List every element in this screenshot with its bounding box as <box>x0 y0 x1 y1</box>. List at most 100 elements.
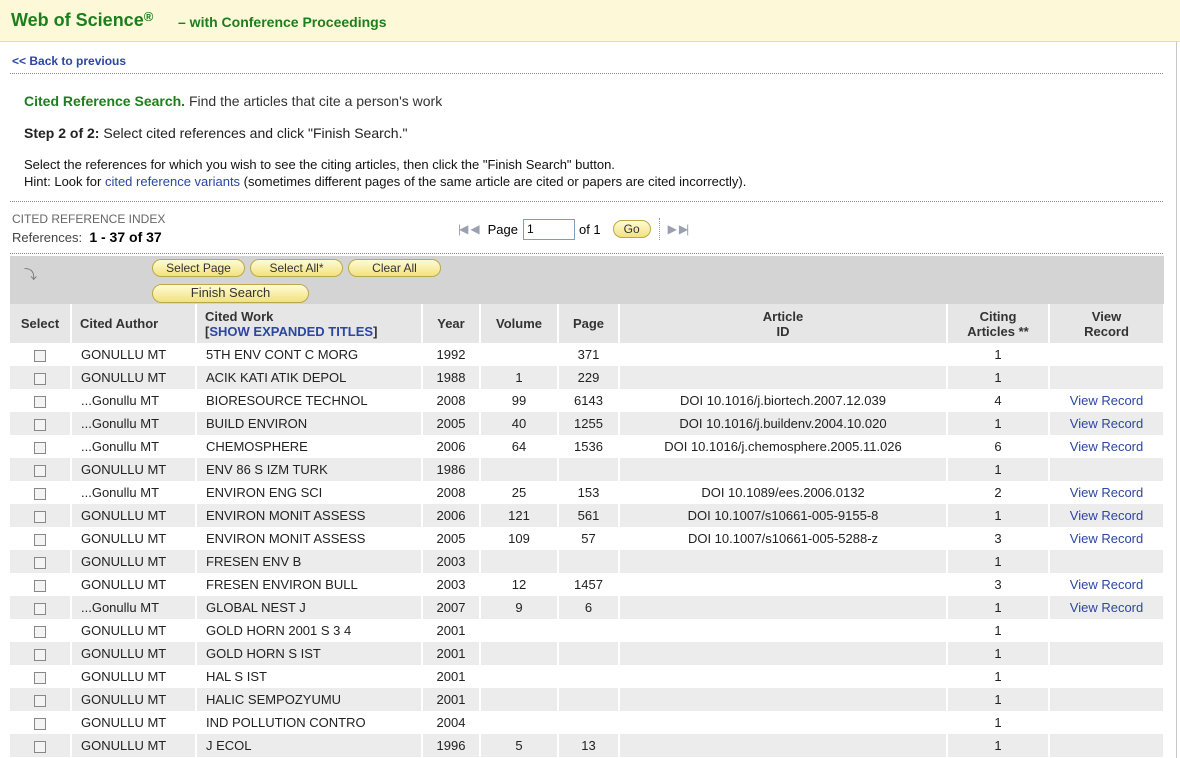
article-id-cell: DOI 10.1089/ees.2006.0132 <box>619 481 948 504</box>
volume-cell <box>480 458 559 481</box>
year-cell: 2006 <box>422 435 481 458</box>
view-record-cell <box>1049 642 1165 665</box>
clear-all-button[interactable]: Clear All <box>348 259 441 277</box>
col-volume: Volume <box>480 304 559 343</box>
volume-cell: 12 <box>480 573 559 596</box>
row-select-checkbox[interactable] <box>34 556 46 569</box>
view-record-link[interactable]: View Record <box>1070 508 1143 523</box>
go-button[interactable]: Go <box>612 220 651 238</box>
row-select-checkbox[interactable] <box>34 372 46 385</box>
citing-articles-cell: 3 <box>947 573 1050 596</box>
cited-work-cell: BIORESOURCE TECHNOL <box>196 389 423 412</box>
cited-author-cell: GONULLU MT <box>71 665 197 688</box>
row-select-checkbox[interactable] <box>34 717 46 730</box>
row-select-checkbox[interactable] <box>34 533 46 546</box>
year-cell: 2001 <box>422 642 481 665</box>
step-description: Select cited references and click "Finis… <box>99 125 408 141</box>
table-row: GONULLU MT ACIK KATI ATIK DEPOL 1988 1 229 1 <box>10 366 1165 389</box>
volume-cell: 40 <box>480 412 559 435</box>
cited-work-cell: GOLD HORN S IST <box>196 642 423 665</box>
row-select-checkbox[interactable] <box>34 441 46 454</box>
col-cited-work: Cited Work [SHOW EXPANDED TITLES] <box>196 304 423 343</box>
pager-separator <box>658 218 660 240</box>
cited-author-cell: GONULLU MT <box>71 366 197 389</box>
volume-cell <box>480 550 559 573</box>
cited-author-cell: ...Gonullu MT <box>71 389 197 412</box>
hint-suffix: (sometimes different pages of the same a… <box>240 174 747 189</box>
row-select-checkbox[interactable] <box>34 510 46 523</box>
search-heading: Cited Reference Search. Find the article… <box>24 93 442 109</box>
year-cell: 2001 <box>422 688 481 711</box>
select-page-button[interactable]: Select Page <box>152 259 245 277</box>
view-record-cell: View Record <box>1049 481 1165 504</box>
select-all-button[interactable]: Select All* <box>250 259 343 277</box>
view-record-link[interactable]: View Record <box>1070 439 1143 454</box>
col-year: Year <box>422 304 481 343</box>
table-row: GONULLU MT ENVIRON MONIT ASSESS 2006 121 561… <box>10 504 1165 527</box>
cited-reference-variants-link[interactable]: cited reference variants <box>105 174 240 189</box>
row-select-checkbox[interactable] <box>34 464 46 477</box>
last-page-icon[interactable]: ▶| <box>679 222 689 236</box>
volume-cell <box>480 711 559 734</box>
row-select-checkbox[interactable] <box>34 740 46 753</box>
row-select-checkbox[interactable] <box>34 349 46 362</box>
row-select-checkbox[interactable] <box>34 579 46 592</box>
col-select: Select <box>10 304 72 343</box>
cited-author-cell: GONULLU MT <box>71 734 197 757</box>
step-label: Step 2 of 2: <box>24 125 100 141</box>
cited-author-cell: ...Gonullu MT <box>71 412 197 435</box>
view-record-link[interactable]: View Record <box>1070 416 1143 431</box>
page-cell <box>558 711 620 734</box>
view-record-link[interactable]: View Record <box>1070 600 1143 615</box>
row-select-checkbox[interactable] <box>34 648 46 661</box>
row-select-checkbox[interactable] <box>34 625 46 638</box>
select-cell <box>10 481 72 504</box>
prev-page-icon[interactable]: ◀ <box>470 222 479 236</box>
year-cell: 1986 <box>422 458 481 481</box>
table-row: GONULLU MT FRESEN ENVIRON BULL 2003 12 1457 3… <box>10 573 1165 596</box>
view-record-link[interactable]: View Record <box>1070 577 1143 592</box>
row-select-checkbox[interactable] <box>34 395 46 408</box>
citing-articles-cell: 1 <box>947 619 1050 642</box>
view-record-cell <box>1049 343 1165 366</box>
page-cell: 1255 <box>558 412 620 435</box>
article-id-cell <box>619 366 948 389</box>
back-to-previous-link[interactable]: << Back to previous <box>12 54 126 68</box>
volume-cell <box>480 642 559 665</box>
select-cell <box>10 550 72 573</box>
first-page-icon[interactable]: |◀ <box>458 222 468 236</box>
view-record-link[interactable]: View Record <box>1070 485 1143 500</box>
view-record-cell: View Record <box>1049 412 1165 435</box>
cited-work-cell: BUILD ENVIRON <box>196 412 423 435</box>
year-cell: 2003 <box>422 573 481 596</box>
next-page-icon[interactable]: ▶ <box>668 222 677 236</box>
row-select-checkbox[interactable] <box>34 487 46 500</box>
row-select-checkbox[interactable] <box>34 418 46 431</box>
table-row: GONULLU MT ENVIRON MONIT ASSESS 2005 109 57 D… <box>10 527 1165 550</box>
col-cited-author: Cited Author <box>71 304 197 343</box>
instructions: Select the references for which you wish… <box>24 156 746 190</box>
articles-label: Articles ** <box>967 323 1029 339</box>
volume-cell <box>480 343 559 366</box>
cited-work-cell: ENV 86 S IZM TURK <box>196 458 423 481</box>
year-cell: 2008 <box>422 481 481 504</box>
view-record-link[interactable]: View Record <box>1070 531 1143 546</box>
view-label: View <box>1091 308 1122 324</box>
row-select-checkbox[interactable] <box>34 602 46 615</box>
volume-cell: 64 <box>480 435 559 458</box>
citing-articles-cell: 6 <box>947 435 1050 458</box>
page-number-input[interactable] <box>522 218 575 240</box>
select-cell <box>10 458 72 481</box>
page-cell: 561 <box>558 504 620 527</box>
show-expanded-titles-link[interactable]: SHOW EXPANDED TITLES <box>209 324 373 339</box>
view-record-cell: View Record <box>1049 504 1165 527</box>
row-select-checkbox[interactable] <box>34 694 46 707</box>
table-row: ...Gonullu MT CHEMOSPHERE 2006 64 1536 DOI 10… <box>10 435 1165 458</box>
row-select-checkbox[interactable] <box>34 671 46 684</box>
col-article-id: Article ID <box>619 304 948 343</box>
citing-articles-cell: 1 <box>947 665 1050 688</box>
view-record-link[interactable]: View Record <box>1070 393 1143 408</box>
divider <box>10 201 1163 202</box>
cited-author-cell: GONULLU MT <box>71 688 197 711</box>
finish-search-button[interactable]: Finish Search <box>152 284 309 303</box>
